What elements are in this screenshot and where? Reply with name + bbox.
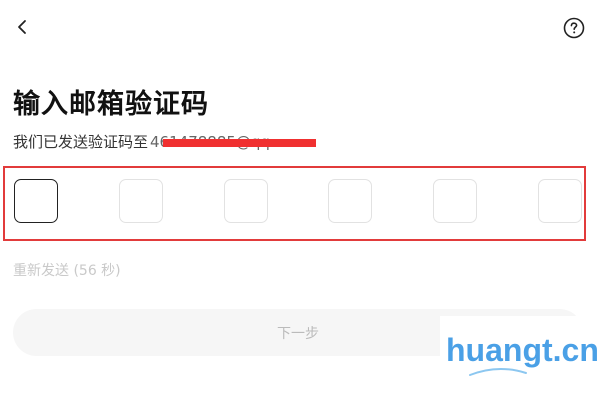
back-button[interactable] (10, 14, 36, 40)
top-bar (0, 0, 610, 56)
code-digit-box[interactable] (538, 179, 582, 223)
watermark: huangt.cn (446, 332, 599, 368)
page-title: 输入邮箱验证码 (13, 89, 209, 120)
code-digit-box[interactable] (14, 179, 58, 223)
code-digit-box[interactable] (119, 179, 163, 223)
code-digit-box[interactable] (433, 179, 477, 223)
question-circle-icon (563, 17, 585, 39)
help-button[interactable] (562, 16, 586, 40)
resend-countdown: 重新发送 (56 秒) (13, 263, 121, 279)
code-input-highlight-frame (3, 166, 586, 241)
chevron-left-icon (18, 20, 26, 34)
code-digit-box[interactable] (224, 179, 268, 223)
subtitle-prefix: 我们已发送验证码至 (13, 133, 149, 151)
code-digit-box[interactable] (328, 179, 372, 223)
watermark-swoosh (469, 368, 527, 376)
email-redaction-bar (163, 139, 316, 147)
